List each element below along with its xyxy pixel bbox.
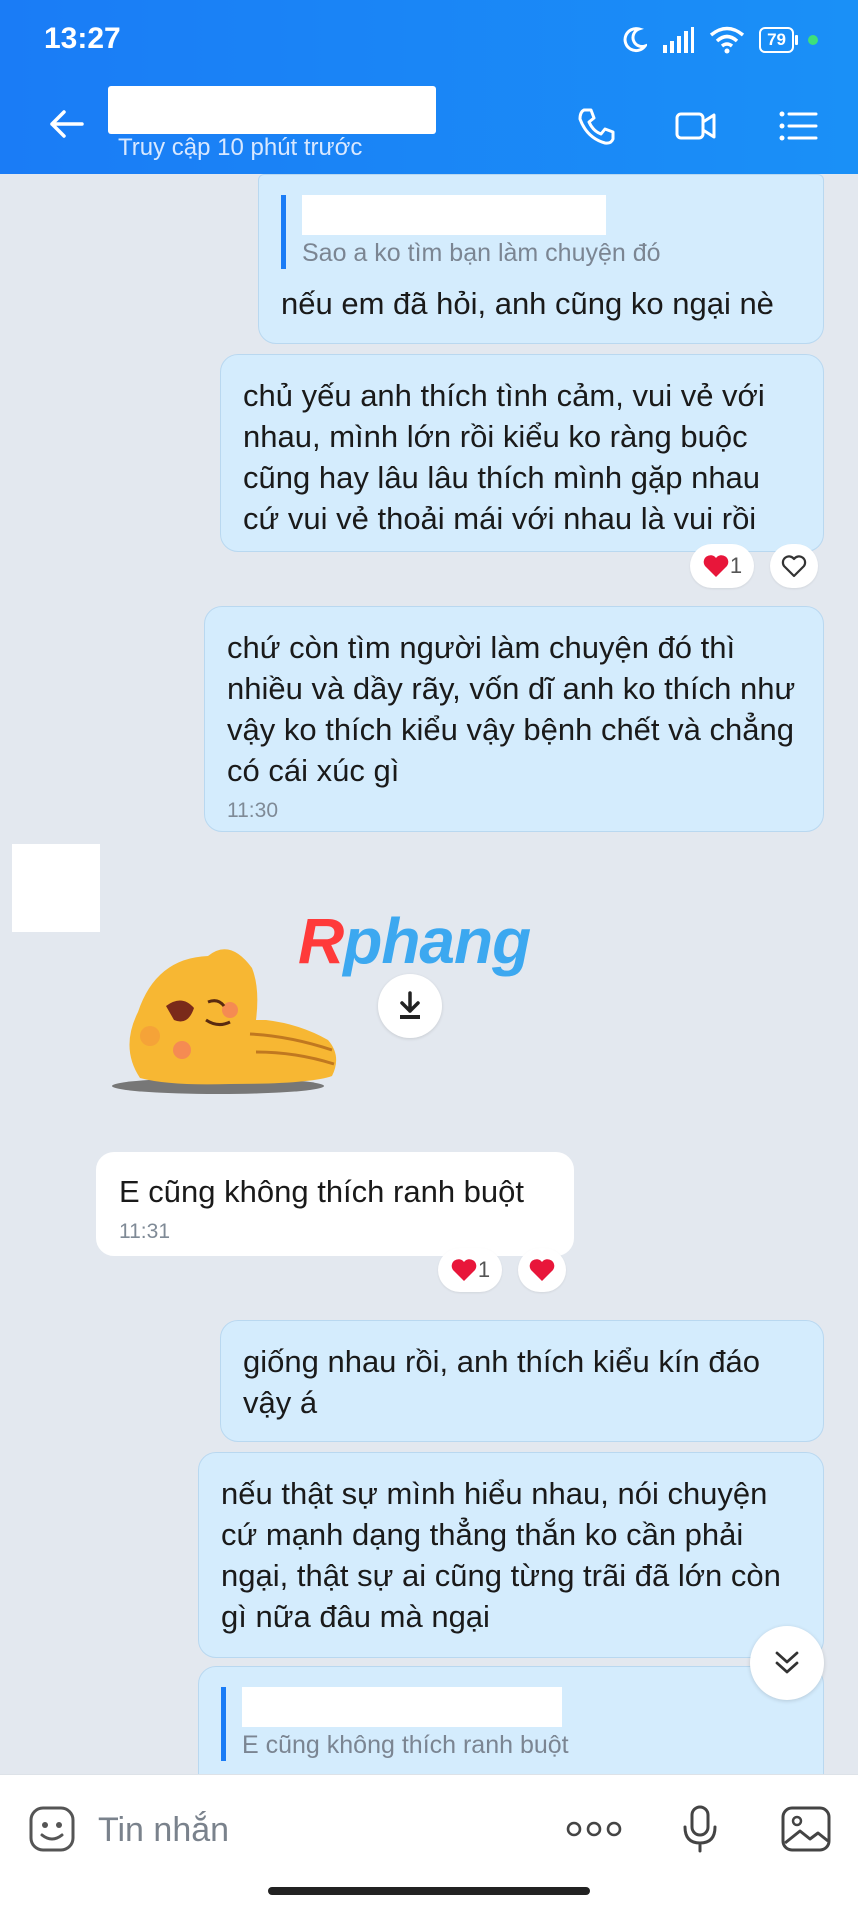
contact-name-redacted bbox=[108, 86, 436, 134]
react-button[interactable] bbox=[770, 544, 818, 588]
emoji-button[interactable] bbox=[24, 1801, 80, 1857]
avatar-redacted[interactable] bbox=[12, 844, 100, 932]
message-bubble[interactable]: nếu thật sự mình hiểu nhau, nói chuyện c… bbox=[198, 1452, 824, 1658]
last-seen-status: Truy cập 10 phút trước bbox=[118, 134, 363, 161]
message-time: 11:30 bbox=[227, 799, 278, 822]
heart-icon bbox=[451, 1259, 477, 1281]
sticker-emoji-icon bbox=[29, 1806, 75, 1852]
back-arrow-icon[interactable] bbox=[46, 104, 86, 144]
battery-indicator: 79 bbox=[759, 27, 798, 53]
message-bubble[interactable]: chủ yếu anh thích tình cảm, vui vẻ với n… bbox=[220, 354, 824, 552]
quoted-text: E cũng không thích ranh buột bbox=[242, 1731, 569, 1759]
quoted-sender-redacted bbox=[302, 195, 606, 235]
status-dot bbox=[808, 35, 818, 45]
message-text: giống nhau rồi, anh thích kiểu kín đáo v… bbox=[243, 1344, 761, 1420]
message-bubble[interactable]: Sao a ko tìm bạn làm chuyện đó nếu em đã… bbox=[258, 174, 824, 344]
reaction-count: 1 bbox=[729, 553, 743, 578]
phone-call-icon[interactable] bbox=[574, 104, 618, 148]
scroll-to-bottom-button[interactable] bbox=[750, 1626, 824, 1700]
quoted-reply[interactable]: E cũng không thích ranh buột bbox=[221, 1687, 801, 1761]
message-bubble[interactable]: chứ còn tìm người làm chuyện đó thì nhiề… bbox=[204, 606, 824, 832]
chat-area[interactable]: Sao a ko tìm bạn làm chuyện đó nếu em đã… bbox=[0, 174, 858, 1806]
heart-icon bbox=[529, 1259, 555, 1281]
message-input[interactable]: Tin nhắn bbox=[98, 1811, 229, 1850]
reaction-count-badge[interactable]: 1 bbox=[690, 544, 754, 588]
home-indicator bbox=[268, 1887, 590, 1895]
watermark-logo: Rphang bbox=[298, 905, 531, 977]
download-sticker-button[interactable] bbox=[378, 974, 442, 1038]
video-call-icon[interactable] bbox=[674, 104, 718, 148]
moon-icon bbox=[623, 27, 648, 53]
heart-icon bbox=[703, 555, 729, 577]
my-reaction-button[interactable] bbox=[518, 1248, 566, 1292]
image-picker-button[interactable] bbox=[778, 1801, 834, 1857]
signal-icon bbox=[663, 27, 695, 53]
wifi-icon bbox=[709, 26, 745, 54]
quoted-text: Sao a ko tìm bạn làm chuyện đó bbox=[302, 239, 661, 267]
chevron-double-down-icon bbox=[775, 1651, 799, 1674]
status-time: 13:27 bbox=[44, 22, 121, 55]
message-text: chứ còn tìm người làm chuyện đó thì nhiề… bbox=[227, 630, 796, 788]
menu-list-icon[interactable] bbox=[776, 104, 820, 148]
message-text: chủ yếu anh thích tình cảm, vui vẻ với n… bbox=[243, 378, 765, 536]
quoted-sender-redacted bbox=[242, 1687, 562, 1727]
heart-outline-icon bbox=[781, 555, 807, 578]
message-bubble[interactable]: giống nhau rồi, anh thích kiểu kín đáo v… bbox=[220, 1320, 824, 1442]
message-time: 11:31 bbox=[119, 1220, 170, 1243]
status-icons: 79 bbox=[621, 22, 818, 58]
message-text: nếu em đã hỏi, anh cũng ko ngại nè bbox=[281, 286, 774, 321]
image-icon bbox=[781, 1806, 831, 1852]
reaction-count: 1 bbox=[477, 1257, 491, 1282]
more-dots-icon bbox=[566, 1821, 622, 1837]
more-options-button[interactable] bbox=[566, 1801, 622, 1857]
message-input-bar: Tin nhắn bbox=[0, 1774, 858, 1909]
microphone-icon bbox=[683, 1805, 717, 1853]
chat-header: 13:27 79 Truy cập 10 phút trước bbox=[0, 0, 858, 174]
message-bubble-received[interactable]: E cũng không thích ranh buột 11:31 bbox=[96, 1152, 574, 1256]
reaction-count-badge[interactable]: 1 bbox=[438, 1248, 502, 1292]
message-text: E cũng không thích ranh buột bbox=[119, 1174, 525, 1209]
voice-record-button[interactable] bbox=[672, 1801, 728, 1857]
download-icon bbox=[400, 991, 420, 1019]
message-text: nếu thật sự mình hiểu nhau, nói chuyện c… bbox=[221, 1476, 781, 1634]
quoted-reply[interactable]: Sao a ko tìm bạn làm chuyện đó bbox=[281, 195, 801, 269]
